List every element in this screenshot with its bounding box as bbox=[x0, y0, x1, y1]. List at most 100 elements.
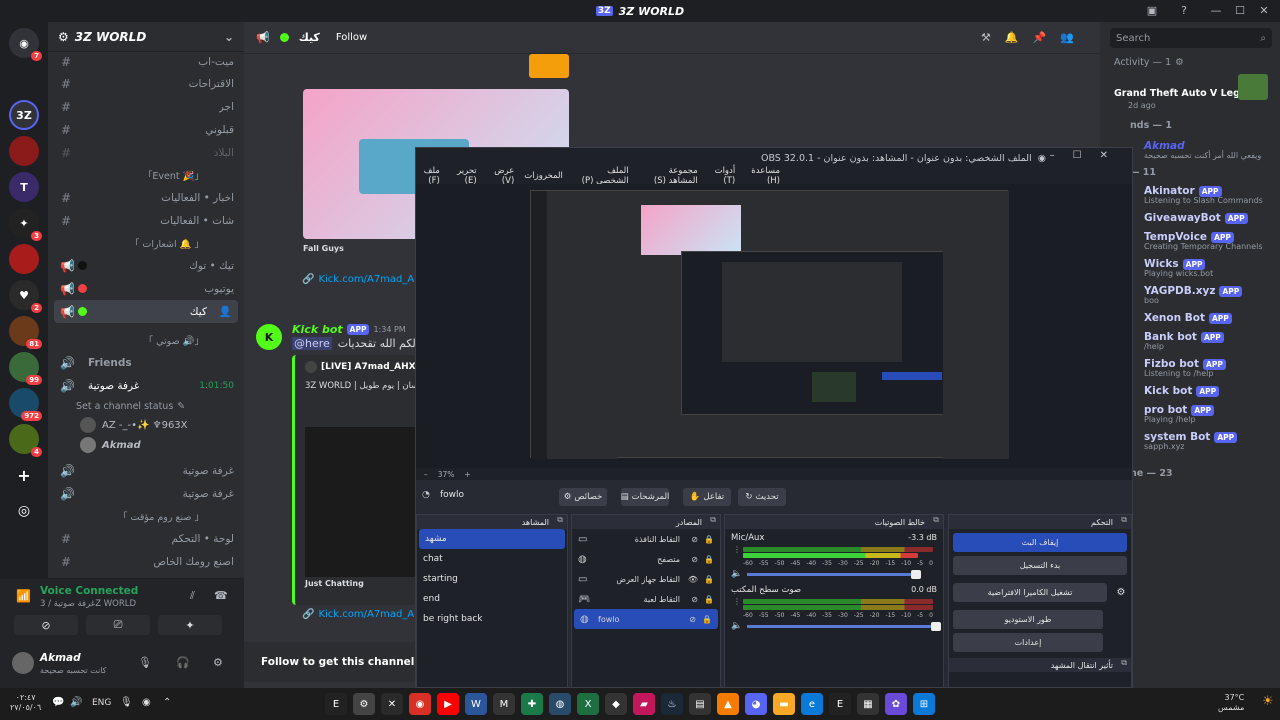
server-icon[interactable] bbox=[9, 136, 39, 166]
channel-item[interactable]: # اجر bbox=[48, 95, 244, 118]
speaker-icon[interactable]: 🔈 bbox=[731, 621, 742, 631]
obs-menu-item[interactable]: تحرير (E) bbox=[450, 166, 477, 186]
globe-icon[interactable]: ◍ bbox=[549, 693, 571, 715]
channel-item[interactable]: 📢 يوتيوب bbox=[48, 277, 244, 300]
close-icon[interactable]: ✕ bbox=[1100, 150, 1126, 161]
youtube-icon[interactable]: ▶ bbox=[437, 693, 459, 715]
mention[interactable]: @here bbox=[292, 337, 332, 350]
pin-icon[interactable]: 📌 bbox=[1033, 31, 1061, 44]
bell-icon[interactable]: 🔔 bbox=[1005, 31, 1033, 44]
weather-widget[interactable]: 37°C مشمس bbox=[1218, 693, 1244, 713]
start-virtual-camera-button[interactable]: تشغيل الكاميرا الافتراضية bbox=[953, 583, 1107, 602]
lock-icon[interactable]: 🔒 bbox=[702, 615, 712, 624]
scene-item[interactable]: be right back bbox=[417, 609, 567, 629]
server-icon-3z[interactable]: 3Z bbox=[9, 100, 39, 130]
app-icon[interactable]: ▰ bbox=[633, 693, 655, 715]
file-explorer-icon[interactable]: ▬ bbox=[773, 693, 795, 715]
voice-channel-item[interactable]: 🔊 غرفة صوتية 1:01:50 bbox=[48, 374, 244, 397]
close-icon[interactable]: ✕ bbox=[1252, 0, 1276, 22]
scene-item[interactable]: end bbox=[417, 589, 567, 609]
server-icon[interactable]: 81 bbox=[9, 316, 42, 349]
voice-channel-item[interactable]: 🔊 Friends bbox=[48, 351, 244, 374]
visibility-icon[interactable]: ⊘ bbox=[691, 535, 698, 544]
inbox-icon[interactable]: ▣ bbox=[1140, 0, 1164, 22]
lock-icon[interactable]: 🔒 bbox=[704, 555, 714, 564]
embed-title[interactable]: [LIVE] A7mad_AHX1 bbox=[321, 362, 422, 372]
channel-item[interactable]: # اصنع رومك الخاص bbox=[48, 550, 244, 573]
avatar[interactable] bbox=[12, 652, 34, 674]
minimize-icon[interactable]: — bbox=[1204, 0, 1228, 22]
members-icon[interactable]: 👥 bbox=[1060, 31, 1088, 44]
voice-channel-item[interactable]: 🔊 غرفة صوتية bbox=[48, 459, 244, 482]
scene-item[interactable]: starting bbox=[417, 569, 567, 589]
stop-streaming-button[interactable]: إيقاف البث bbox=[953, 533, 1127, 552]
source-item[interactable]: 🎮 التقاط لعبة ⊘ 🔒 bbox=[572, 589, 720, 609]
channel-item[interactable]: # لوحة • التحكم bbox=[48, 527, 244, 550]
language-indicator[interactable]: ENG bbox=[92, 698, 111, 708]
lock-icon[interactable]: 🔒 bbox=[704, 575, 714, 584]
channel-item[interactable]: # البلاد bbox=[48, 141, 244, 164]
visibility-icon[interactable]: ⊘ bbox=[691, 595, 698, 604]
kebab-menu-icon[interactable]: ⋮ bbox=[733, 545, 741, 554]
obs-menu-item[interactable]: أدوات (T) bbox=[708, 166, 736, 186]
microphone-icon[interactable]: 🎙 bbox=[138, 656, 152, 669]
server-icon[interactable]: 4 bbox=[9, 424, 42, 457]
server-icon[interactable]: 972 bbox=[9, 388, 42, 421]
lock-icon[interactable]: 🔒 bbox=[704, 535, 714, 544]
source-item[interactable]: ▭ التقاط جهاز العرض 👁 🔒 bbox=[572, 569, 720, 589]
obs-preview[interactable] bbox=[416, 184, 1132, 468]
help-icon[interactable]: ? bbox=[1172, 0, 1196, 22]
maximize-icon[interactable]: ☐ bbox=[1228, 0, 1252, 22]
maximize-icon[interactable]: ☐ bbox=[1073, 150, 1100, 161]
dock-float-icon[interactable]: ⧉ bbox=[1121, 515, 1127, 525]
category-event[interactable]: 「Event 🎉」 bbox=[48, 164, 244, 186]
notification-icon[interactable]: 💬 bbox=[52, 697, 64, 708]
epic-games-icon[interactable]: E bbox=[325, 693, 347, 715]
scene-item-selected[interactable]: مشهد bbox=[419, 529, 565, 549]
threads-icon[interactable]: ⚒ bbox=[981, 31, 1005, 44]
app-icon[interactable]: ✚ bbox=[521, 693, 543, 715]
kebab-menu-icon[interactable]: ⋮ bbox=[733, 597, 741, 606]
epic-games-icon[interactable]: E bbox=[829, 693, 851, 715]
lock-icon[interactable]: 🔒 bbox=[704, 595, 714, 604]
discord-icon[interactable]: ◕ bbox=[745, 693, 767, 715]
vlc-icon[interactable]: ▲ bbox=[717, 693, 739, 715]
obs-menu-item[interactable]: مساعدة (H) bbox=[745, 166, 780, 186]
headphones-icon[interactable]: 🎧 bbox=[176, 656, 190, 669]
server-icon[interactable]: ✦ 3 bbox=[9, 208, 42, 241]
server-icon[interactable] bbox=[9, 64, 39, 94]
voice-user[interactable]: Akmad bbox=[48, 435, 244, 455]
server-header[interactable]: ⚙ 3Z WORLD ⌄ bbox=[48, 22, 244, 52]
zoom-in-icon[interactable]: + bbox=[464, 470, 470, 479]
visibility-icon[interactable]: ⊘ bbox=[689, 615, 696, 624]
camera-off-button[interactable]: ⊘ bbox=[14, 615, 78, 635]
dock-float-icon[interactable]: ⧉ bbox=[710, 515, 716, 525]
microphone-icon[interactable]: 🎙 bbox=[120, 697, 133, 708]
obs-menu-item[interactable]: ملف (F) bbox=[416, 166, 440, 186]
settings-button[interactable]: إعدادات bbox=[953, 633, 1103, 652]
server-icon[interactable]: ♥ 2 bbox=[9, 280, 42, 313]
voice-user[interactable]: AZ -_-•✨ ♆963X bbox=[48, 415, 244, 435]
kick-bot-avatar[interactable]: K bbox=[256, 324, 282, 350]
channel-item[interactable]: # شات • الفعاليات bbox=[48, 209, 244, 232]
channel-item[interactable]: 📢 تيك • توك bbox=[48, 254, 244, 277]
screen-share-button[interactable]: ⎚ bbox=[86, 615, 150, 635]
xbox-icon[interactable]: ✕ bbox=[381, 693, 403, 715]
store-icon[interactable]: ▦ bbox=[857, 693, 879, 715]
channel-item-active[interactable]: 📢 كيك 👤 bbox=[54, 300, 238, 323]
filters-button[interactable]: ▤ المرشحات bbox=[621, 488, 669, 506]
source-item[interactable]: ▭ التقاط النافذة ⊘ 🔒 bbox=[572, 529, 720, 549]
category-voice[interactable]: 「 صوتي 🔊」 bbox=[48, 329, 244, 351]
set-status-link[interactable]: Set a channel status ✎ bbox=[48, 397, 244, 415]
server-icon[interactable]: 99 bbox=[9, 352, 42, 385]
clock[interactable]: ٠٢:٤٧ ٢٧/٠٥/٠٦ bbox=[10, 693, 41, 713]
obs-menu-item[interactable]: مجموعة المشاهد (S) bbox=[639, 166, 698, 186]
channel-item[interactable]: # الاقتراحات bbox=[48, 72, 244, 95]
start-icon[interactable]: ⊞ bbox=[913, 693, 935, 715]
settings-icon[interactable]: ⚙ bbox=[353, 693, 375, 715]
user-settings-gear-icon[interactable]: ⚙ bbox=[213, 656, 223, 669]
virtual-camera-settings-gear-icon[interactable]: ⚙ bbox=[1111, 587, 1131, 598]
visibility-icon[interactable]: 👁 bbox=[688, 575, 698, 584]
search-input[interactable]: Search ⌕ bbox=[1110, 28, 1272, 48]
minimize-icon[interactable]: – bbox=[1050, 150, 1073, 161]
